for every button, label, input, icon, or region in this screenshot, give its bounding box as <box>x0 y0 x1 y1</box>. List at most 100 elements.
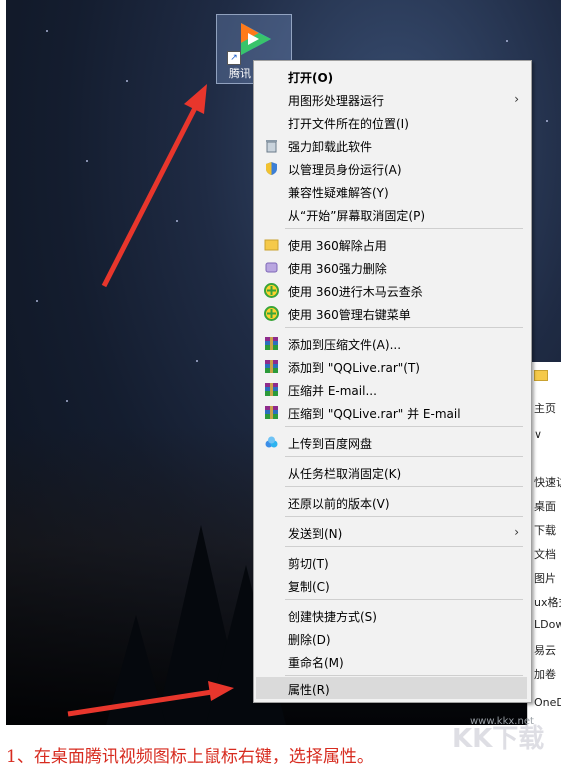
menu-item-label: 添加到 "QQLive.rar"(T) <box>288 361 420 375</box>
winrar-icon <box>265 360 278 373</box>
menu-item-compress-email[interactable]: 压缩并 E-mail... <box>256 378 527 400</box>
menu-separator <box>285 486 523 487</box>
menu-item-label: 创建快捷方式(S) <box>288 610 377 624</box>
menu-item-run-with-gpu[interactable]: 用图形处理器运行 › <box>256 88 527 110</box>
menu-separator <box>285 426 523 427</box>
explorer-nav-item[interactable]: 易云 <box>534 642 556 658</box>
menu-item-label: 从“开始”屏幕取消固定(P) <box>288 209 426 223</box>
folder-lock-icon <box>264 239 279 251</box>
menu-separator <box>285 327 523 328</box>
star <box>46 30 48 32</box>
explorer-nav-item[interactable]: ux格式 <box>534 594 561 610</box>
menu-item-upload-baidu[interactable]: 上传到百度网盘 <box>256 431 527 453</box>
menu-item-label: 使用 360进行木马云查杀 <box>288 285 423 299</box>
menu-item-open-file-location[interactable]: 打开文件所在的位置(I) <box>256 111 527 133</box>
menu-item-label: 强力卸载此软件 <box>288 140 373 154</box>
winrar-icon <box>265 383 278 396</box>
folder-icon <box>534 370 548 381</box>
menu-item-label: 从任务栏取消固定(K) <box>288 467 402 481</box>
menu-item-add-to-archive[interactable]: 添加到压缩文件(A)... <box>256 332 527 354</box>
explorer-nav-item[interactable]: 图片 <box>534 570 556 586</box>
menu-item-label: 添加到压缩文件(A)... <box>288 338 402 352</box>
star <box>86 160 88 162</box>
tree-silhouette <box>106 615 166 725</box>
explorer-nav-item[interactable]: LDow <box>534 618 561 631</box>
menu-item-add-to-qqlive-rar[interactable]: 添加到 "QQLive.rar"(T) <box>256 355 527 377</box>
360-icon <box>264 283 279 298</box>
menu-item-open[interactable]: 打开(O) <box>256 65 527 87</box>
explorer-tab-home[interactable]: 主页 <box>534 400 556 416</box>
winrar-icon <box>265 406 278 419</box>
menu-item-label: 删除(D) <box>288 633 331 647</box>
menu-item-label: 压缩并 E-mail... <box>288 384 377 398</box>
menu-item-cut[interactable]: 剪切(T) <box>256 551 527 573</box>
menu-separator <box>285 456 523 457</box>
star <box>506 40 508 42</box>
menu-item-force-uninstall[interactable]: 强力卸载此软件 <box>256 134 527 156</box>
menu-separator <box>285 675 523 676</box>
menu-item-label: 重命名(M) <box>288 656 344 670</box>
menu-separator <box>285 516 523 517</box>
star <box>196 360 198 362</box>
menu-item-360-unlock[interactable]: 使用 360解除占用 <box>256 233 527 255</box>
menu-item-label: 压缩到 "QQLive.rar" 并 E-mail <box>288 407 461 421</box>
explorer-nav-item[interactable]: 加卷 <box>534 666 556 682</box>
instruction-caption: 1、在桌面腾讯视频图标上鼠标右键，选择属性。 <box>6 747 374 767</box>
menu-item-label: 使用 360强力删除 <box>288 262 387 276</box>
chevron-right-icon: › <box>514 92 519 106</box>
trash-icon <box>266 140 277 153</box>
menu-separator <box>285 228 523 229</box>
menu-item-label: 复制(C) <box>288 580 330 594</box>
star <box>126 80 128 82</box>
360-icon <box>264 306 279 321</box>
menu-item-run-as-admin[interactable]: 以管理员身份运行(A) <box>256 157 527 179</box>
explorer-chevron[interactable]: ∨ <box>534 428 542 441</box>
shredder-icon <box>265 262 278 273</box>
shortcut-arrow-icon: ↗ <box>227 51 241 65</box>
menu-item-delete[interactable]: 删除(D) <box>256 627 527 649</box>
menu-item-send-to[interactable]: 发送到(N) › <box>256 521 527 543</box>
menu-item-compress-qqlive-email[interactable]: 压缩到 "QQLive.rar" 并 E-mail <box>256 401 527 423</box>
file-explorer-partial: 主页 ∨ 快速访问 桌面 下载 文档 图片 ux格式 LDow 易云 加卷 On… <box>527 362 561 725</box>
explorer-nav-item[interactable]: 下载 <box>534 522 556 538</box>
star <box>546 120 548 122</box>
shield-icon <box>266 162 277 175</box>
menu-item-restore-versions[interactable]: 还原以前的版本(V) <box>256 491 527 513</box>
winrar-icon <box>265 337 278 350</box>
explorer-nav-item[interactable]: 文档 <box>534 546 556 562</box>
explorer-nav-item[interactable]: 桌面 <box>534 498 556 514</box>
watermark-url: www.kkx.net <box>470 716 534 727</box>
star <box>36 300 38 302</box>
menu-separator <box>285 546 523 547</box>
menu-item-copy[interactable]: 复制(C) <box>256 574 527 596</box>
menu-item-label: 发送到(N) <box>288 527 343 541</box>
desktop-icon-label: 腾讯 <box>229 67 251 80</box>
star <box>176 220 178 222</box>
menu-item-rename[interactable]: 重命名(M) <box>256 650 527 672</box>
menu-item-label: 打开(O) <box>288 71 334 85</box>
context-menu: 打开(O) 用图形处理器运行 › 打开文件所在的位置(I) 强力卸载此软件 以管… <box>253 60 532 703</box>
baidu-cloud-icon <box>265 436 278 448</box>
menu-item-properties[interactable]: 属性(R) <box>256 677 527 699</box>
menu-item-label: 用图形处理器运行 <box>288 94 385 108</box>
menu-item-label: 打开文件所在的位置(I) <box>288 117 409 131</box>
menu-item-label: 属性(R) <box>288 683 330 697</box>
menu-item-unpin-taskbar[interactable]: 从任务栏取消固定(K) <box>256 461 527 483</box>
menu-item-label: 使用 360管理右键菜单 <box>288 308 411 322</box>
menu-item-360-manage-menu[interactable]: 使用 360管理右键菜单 <box>256 302 527 324</box>
menu-item-compatibility[interactable]: 兼容性疑难解答(Y) <box>256 180 527 202</box>
menu-item-unpin-start[interactable]: 从“开始”屏幕取消固定(P) <box>256 203 527 225</box>
menu-item-label: 兼容性疑难解答(Y) <box>288 186 389 200</box>
menu-item-create-shortcut[interactable]: 创建快捷方式(S) <box>256 604 527 626</box>
star <box>66 400 68 402</box>
explorer-nav-item[interactable]: 快速访问 <box>534 474 561 490</box>
menu-item-label: 上传到百度网盘 <box>288 437 373 451</box>
menu-item-360-force-delete[interactable]: 使用 360强力删除 <box>256 256 527 278</box>
menu-item-label: 以管理员身份运行(A) <box>288 163 402 177</box>
menu-item-label: 还原以前的版本(V) <box>288 497 390 511</box>
menu-separator <box>285 599 523 600</box>
menu-item-label: 使用 360解除占用 <box>288 239 387 253</box>
explorer-nav-item-onedrive[interactable]: OneDriv <box>534 696 561 709</box>
menu-item-360-trojan-scan[interactable]: 使用 360进行木马云查杀 <box>256 279 527 301</box>
menu-item-label: 剪切(T) <box>288 557 329 571</box>
